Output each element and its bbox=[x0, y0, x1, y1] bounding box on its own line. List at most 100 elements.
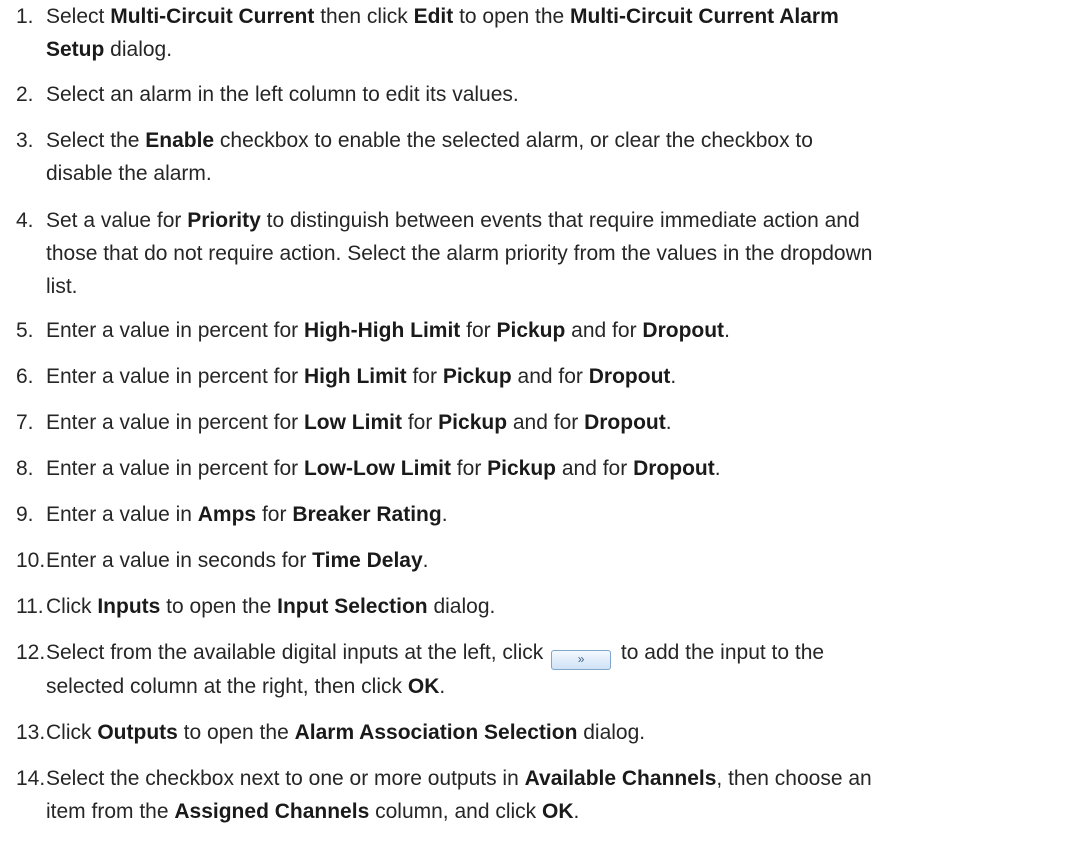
step-number: 3. bbox=[16, 129, 34, 152]
text-run: , then choose an bbox=[716, 767, 872, 790]
bold-term: Dropout bbox=[633, 457, 715, 480]
bold-term: Available Channels bbox=[524, 767, 717, 790]
text-run: checkbox to enable the selected alarm, o… bbox=[214, 129, 813, 152]
text-run: . bbox=[441, 503, 448, 526]
bold-term: Assigned Channels bbox=[174, 800, 370, 823]
text-run: . bbox=[714, 457, 721, 480]
bold-term: Pickup bbox=[442, 365, 512, 388]
text-run: Select from the available digital inputs… bbox=[46, 641, 550, 664]
text-run: and for bbox=[565, 319, 643, 342]
text-run: selected column at the right, then click bbox=[46, 675, 408, 698]
step-text: Enter a value in seconds for Time Delay. bbox=[46, 544, 1033, 577]
text-run: Select the bbox=[46, 129, 146, 152]
text-run: Enter a value in seconds for bbox=[46, 549, 313, 572]
step-number: 5. bbox=[16, 319, 34, 342]
text-run: to open the bbox=[160, 595, 278, 618]
step-text: Set a value for Priority to distinguish … bbox=[46, 204, 1033, 303]
text-run: dialog. bbox=[427, 595, 496, 618]
text-run: then click bbox=[314, 5, 414, 28]
step-text: Enter a value in percent for High Limit … bbox=[46, 360, 1033, 393]
step-number: 8. bbox=[16, 457, 34, 480]
text-run: . bbox=[439, 675, 446, 698]
step-number: 1. bbox=[16, 5, 34, 28]
step-number: 10. bbox=[16, 549, 46, 572]
add-arrow-button-icon: » bbox=[551, 650, 612, 670]
bold-term: Time Delay bbox=[312, 549, 423, 572]
text-run: . bbox=[573, 800, 580, 823]
text-run: column, and click bbox=[369, 800, 543, 823]
step-text: Click Outputs to open the Alarm Associat… bbox=[46, 716, 1033, 749]
text-run: disable the alarm. bbox=[46, 162, 212, 185]
text-run: Select bbox=[46, 5, 111, 28]
text-run: . bbox=[724, 319, 730, 342]
step-number: 11. bbox=[16, 595, 44, 618]
bold-term: Low-Low Limit bbox=[303, 457, 451, 480]
text-run: for bbox=[401, 411, 439, 434]
step-text: Select an alarm in the left column to ed… bbox=[46, 78, 1033, 111]
step-text: Enter a value in percent for High-High L… bbox=[46, 314, 1033, 347]
text-run: and for bbox=[507, 411, 585, 434]
step-number: 12. bbox=[16, 641, 46, 664]
bold-term: Input Selection bbox=[277, 595, 428, 618]
text-run: Select the checkbox next to one or more … bbox=[46, 767, 525, 790]
bold-term: Alarm Association Selection bbox=[294, 721, 578, 744]
text-run: . bbox=[422, 549, 429, 572]
text-run: Enter a value in percent for bbox=[46, 411, 304, 434]
text-run: Click bbox=[46, 595, 98, 618]
text-run: dialog. bbox=[577, 721, 646, 744]
step-number: 13. bbox=[16, 721, 46, 744]
text-run: to open the bbox=[177, 721, 295, 744]
step-text: Click Inputs to open the Input Selection… bbox=[46, 590, 1033, 623]
text-run: for bbox=[460, 319, 497, 342]
text-run: Click bbox=[46, 721, 98, 744]
text-run: Enter a value in bbox=[46, 503, 198, 526]
text-run: to open the bbox=[453, 5, 571, 28]
step-text: Select Multi-Circuit Current then click … bbox=[46, 0, 1033, 66]
bold-term: Multi-Circuit Current Alarm bbox=[570, 5, 839, 28]
step-text: Select the checkbox next to one or more … bbox=[46, 762, 1033, 828]
bold-term: Amps bbox=[197, 503, 257, 526]
text-run: those that do not require action. Select… bbox=[46, 242, 873, 265]
bold-term: Pickup bbox=[438, 411, 508, 434]
text-run: Set a value for bbox=[46, 209, 188, 232]
bold-term: Edit bbox=[413, 5, 454, 28]
text-run: for bbox=[406, 365, 443, 388]
text-run: Enter a value in percent for bbox=[46, 365, 304, 388]
bold-term: High-High Limit bbox=[303, 319, 461, 342]
step-number: 14. bbox=[16, 767, 46, 790]
step-text: Enter a value in percent for Low-Low Lim… bbox=[46, 452, 1033, 485]
step-number: 6. bbox=[16, 365, 34, 388]
bold-term: OK bbox=[407, 675, 440, 698]
bold-term: Dropout bbox=[642, 319, 725, 342]
bold-term: Inputs bbox=[97, 595, 161, 618]
text-run: Select an alarm in the left column to ed… bbox=[46, 83, 519, 106]
text-run: list. bbox=[46, 275, 78, 298]
text-run: item from the bbox=[46, 800, 175, 823]
step-text: Select from the available digital inputs… bbox=[46, 636, 1033, 703]
bold-term: OK bbox=[542, 800, 574, 823]
text-run: . bbox=[670, 365, 677, 388]
text-run: . bbox=[665, 411, 672, 434]
text-run: Enter a value in percent for bbox=[46, 457, 304, 480]
bold-term: Pickup bbox=[487, 457, 557, 480]
bold-term: Enable bbox=[145, 129, 215, 152]
text-run: for bbox=[450, 457, 488, 480]
bold-term: High Limit bbox=[303, 365, 407, 388]
bold-term: Multi-Circuit Current bbox=[110, 5, 315, 28]
bold-term: Breaker Rating bbox=[292, 503, 442, 526]
step-number: 7. bbox=[16, 411, 34, 434]
text-run: to add the input to the bbox=[615, 641, 825, 664]
bold-term: Outputs bbox=[97, 721, 178, 744]
step-text: Enter a value in Amps for Breaker Rating… bbox=[46, 498, 1033, 531]
bold-term: Setup bbox=[46, 38, 105, 61]
text-run: for bbox=[256, 503, 293, 526]
text-run: Enter a value in percent for bbox=[46, 319, 304, 342]
text-run: and for bbox=[511, 365, 589, 388]
step-number: 9. bbox=[16, 503, 34, 526]
text-run: and for bbox=[556, 457, 634, 480]
step-number: 4. bbox=[16, 209, 34, 232]
bold-term: Low Limit bbox=[303, 411, 402, 434]
text-run: dialog. bbox=[104, 38, 173, 61]
step-text: Select the Enable checkbox to enable the… bbox=[46, 124, 1033, 190]
bold-term: Pickup bbox=[496, 319, 566, 342]
